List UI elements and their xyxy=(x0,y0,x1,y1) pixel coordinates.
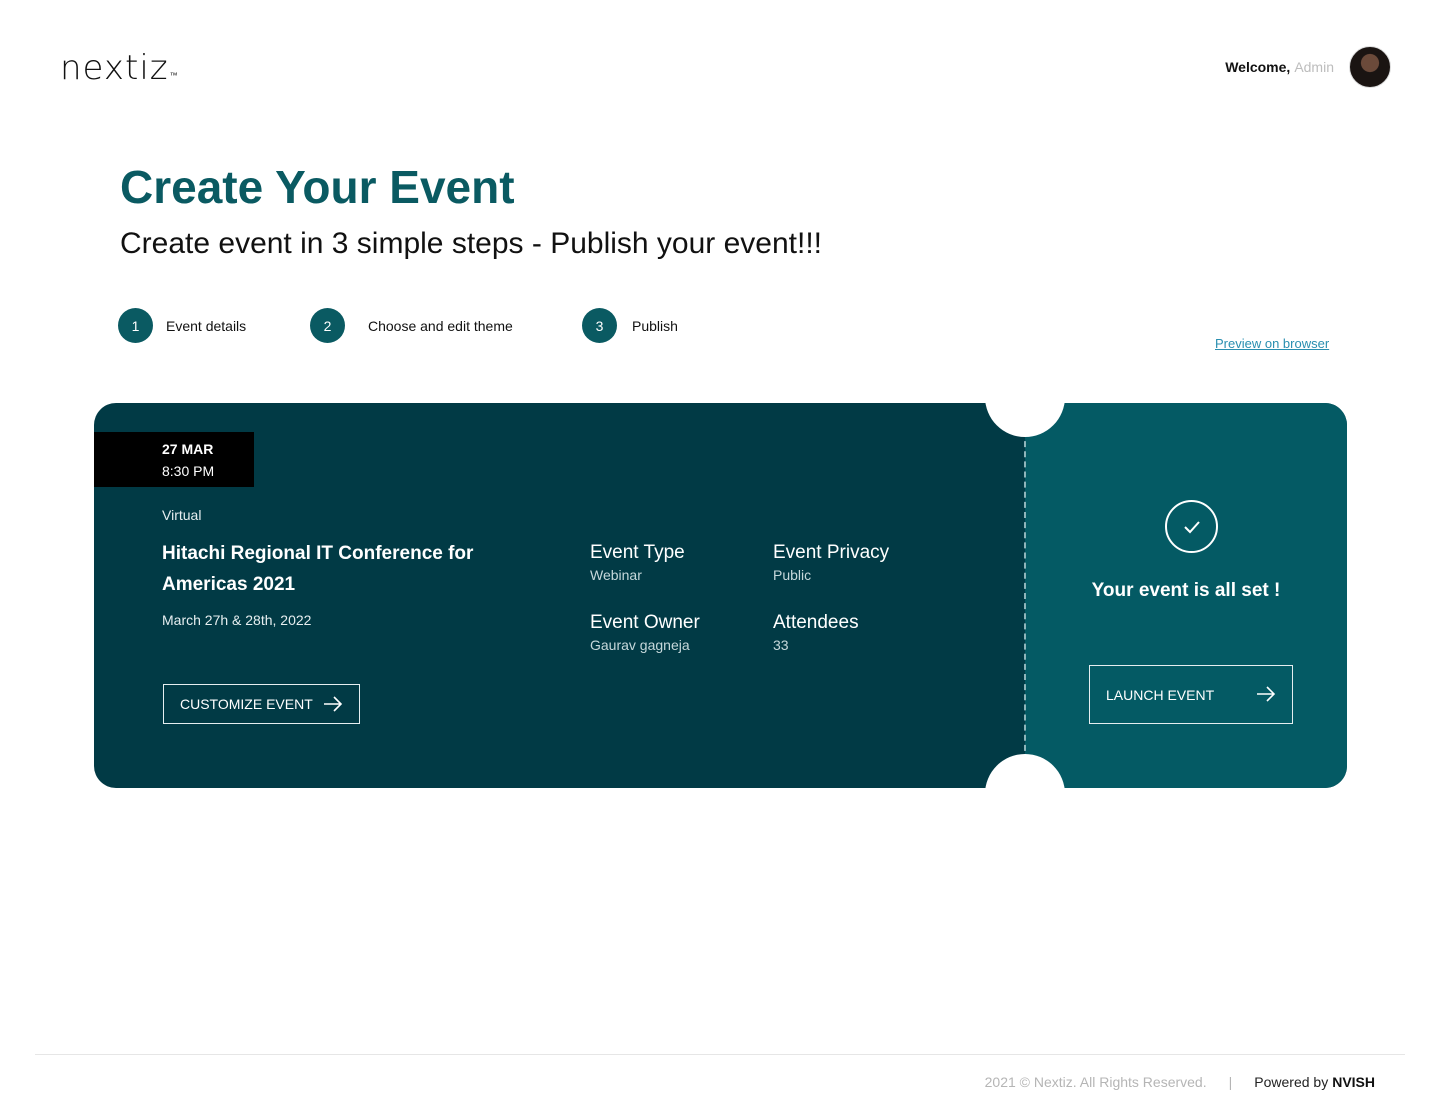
powered-by-label: Powered by xyxy=(1254,1074,1329,1090)
event-owner-info: Event Owner Gaurav gagneja xyxy=(590,612,700,653)
user-avatar[interactable] xyxy=(1349,46,1391,88)
event-ticket-card: 27 MAR 8:30 PM Virtual Hitachi Regional … xyxy=(94,403,1347,788)
step-number: 1 xyxy=(118,308,153,343)
event-name: Hitachi Regional IT Conference for Ameri… xyxy=(162,543,474,595)
step-publish[interactable]: 3 Publish xyxy=(582,308,678,343)
nextiz-logo[interactable]: nextiz™ xyxy=(60,48,179,88)
arrow-right-icon xyxy=(1257,686,1276,702)
powered-by-brand[interactable]: NVISH xyxy=(1332,1074,1375,1090)
step-event-details[interactable]: 1 Event details xyxy=(118,308,246,343)
footer: 2021 © Nextiz. All Rights Reserved. | Po… xyxy=(985,1074,1375,1090)
page-title: Create Your Event xyxy=(120,161,515,213)
event-time: 8:30 PM xyxy=(162,463,215,479)
event-owner-value: Gaurav gagneja xyxy=(590,637,690,653)
event-date: 27 MAR xyxy=(162,441,214,457)
event-privacy-info: Event Privacy Public xyxy=(773,542,889,583)
footer-divider xyxy=(35,1054,1405,1055)
customize-event-button[interactable]: CUSTOMIZE EVENT xyxy=(163,684,360,724)
launch-event-label: LAUNCH EVENT xyxy=(1106,686,1215,703)
logo-trademark: ™ xyxy=(169,71,179,80)
event-status-message: Your event is all set ! xyxy=(1091,580,1281,601)
user-name: Admin xyxy=(1294,59,1334,75)
event-type-info: Event Type Webinar xyxy=(590,542,685,583)
event-type-label: Event Type xyxy=(590,542,685,563)
event-privacy-label: Event Privacy xyxy=(773,542,890,563)
welcome-label: Welcome, xyxy=(1225,59,1291,75)
event-date-badge: 27 MAR 8:30 PM xyxy=(94,432,254,487)
arrow-right-icon xyxy=(324,696,343,712)
launch-event-button[interactable]: LAUNCH EVENT xyxy=(1089,665,1293,724)
page-subtitle: Create event in 3 simple steps - Publish… xyxy=(120,227,823,260)
event-attendees-info: Attendees 33 xyxy=(773,612,859,653)
step-number: 2 xyxy=(310,308,345,343)
step-choose-theme[interactable]: 2 Choose and edit theme xyxy=(310,308,513,343)
customize-event-label: CUSTOMIZE EVENT xyxy=(180,696,313,712)
attendees-label: Attendees xyxy=(773,612,859,633)
check-icon xyxy=(1165,500,1218,553)
step-label: Event details xyxy=(166,317,247,334)
step-number: 3 xyxy=(582,308,617,343)
event-type-value: Webinar xyxy=(590,567,642,583)
copyright-text: 2021 © Nextiz. All Rights Reserved. xyxy=(984,1074,1207,1090)
logo-text: nextiz xyxy=(60,48,169,88)
step-label: Choose and edit theme xyxy=(368,317,513,334)
preview-on-browser-link[interactable]: Preview on browser xyxy=(1215,336,1329,351)
event-privacy-value: Public xyxy=(773,567,812,583)
event-dates: March 27h & 28th, 2022 xyxy=(162,612,312,628)
footer-separator: | xyxy=(1228,1074,1233,1090)
event-mode: Virtual xyxy=(162,507,202,523)
step-label: Publish xyxy=(632,317,678,334)
welcome-text: Welcome, Admin xyxy=(1225,59,1334,75)
event-owner-label: Event Owner xyxy=(590,612,700,633)
attendees-value: 33 xyxy=(773,637,789,653)
